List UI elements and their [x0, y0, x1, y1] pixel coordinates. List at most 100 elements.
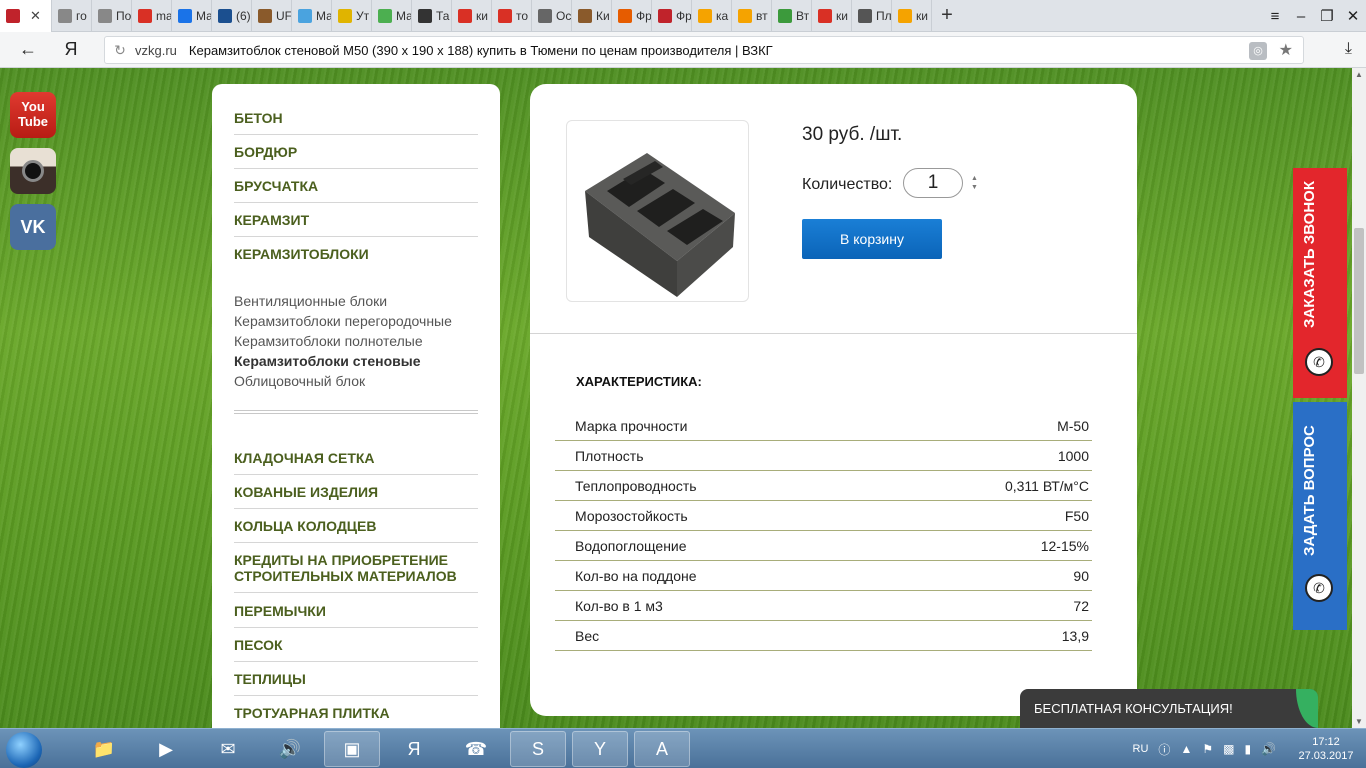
- tab-favicon-icon: [258, 8, 272, 23]
- sidebar-subcategory[interactable]: Облицовочный блок: [234, 373, 365, 389]
- youtube-icon[interactable]: You Tube: [10, 92, 56, 138]
- browser-tab[interactable]: ки: [892, 0, 932, 32]
- browser-tab-bar: ✕ го По ma Ма (6) UF Ма Ут Ма Та ки то Ос Ки Фр Фр ка вт Вт…: [0, 0, 1366, 32]
- browser-tab[interactable]: ✕: [0, 0, 52, 32]
- browser-tab[interactable]: Та: [412, 0, 452, 32]
- mail-icon[interactable]: ✉: [200, 731, 256, 767]
- new-tab-button[interactable]: +: [932, 0, 962, 32]
- help-icon[interactable]: ⓘ: [1158, 741, 1170, 758]
- sidebar-category[interactable]: ТРОТУАРНАЯ ПЛИТКА: [234, 705, 478, 721]
- browser-tab[interactable]: Фр: [612, 0, 652, 32]
- spec-row: Вес 13,9: [555, 621, 1092, 651]
- protect-icon[interactable]: ◎: [1249, 42, 1267, 60]
- sidebar-category[interactable]: КРЕДИТЫ НА ПРИОБРЕТЕНИЕ СТРОИТЕЛЬНЫХ МАТ…: [234, 552, 478, 593]
- page-viewport: You Tube VK БЕТОН БОРДЮР БРУСЧАТКА КЕРАМЗИТ…: [0, 68, 1352, 728]
- free-consultation-bar[interactable]: БЕСПЛАТНАЯ КОНСУЛЬТАЦИЯ!: [1020, 689, 1318, 728]
- menu-icon[interactable]: ≡: [1262, 8, 1288, 25]
- quantity-label: Количество:: [802, 176, 893, 193]
- back-arrow-icon[interactable]: ←: [0, 39, 56, 60]
- browser-tab[interactable]: Ки: [572, 0, 612, 32]
- spec-row: Марка прочности М-50: [555, 411, 1092, 441]
- browser-tab[interactable]: ка: [692, 0, 732, 32]
- yandex-logo[interactable]: Я: [56, 39, 86, 60]
- browser-tab[interactable]: Ма: [172, 0, 212, 32]
- page-scrollbar[interactable]: ▲ ▼: [1352, 68, 1366, 728]
- explorer-icon[interactable]: 📁: [76, 731, 132, 767]
- browser-tab[interactable]: ки: [812, 0, 852, 32]
- scroll-down-icon[interactable]: ▼: [1355, 717, 1363, 726]
- tray-arrow-icon[interactable]: ▲: [1180, 742, 1192, 756]
- instagram-icon[interactable]: [10, 148, 56, 194]
- browser-tab[interactable]: Ма: [372, 0, 412, 32]
- sidebar-category[interactable]: БОРДЮР: [234, 144, 478, 169]
- archive-icon[interactable]: ▣: [324, 731, 380, 767]
- sidebar-category[interactable]: ПЕСОК: [234, 637, 478, 662]
- tab-close-icon[interactable]: ✕: [30, 8, 41, 24]
- scroll-up-icon[interactable]: ▲: [1355, 70, 1363, 79]
- viber-icon[interactable]: ☎: [448, 731, 504, 767]
- sidebar-subcategory[interactable]: Керамзитоблоки перегородочные: [234, 313, 452, 329]
- order-call-tab[interactable]: ЗАКАЗАТЬ ЗВОНОК ✆: [1293, 168, 1347, 398]
- language-indicator[interactable]: RU: [1133, 743, 1149, 755]
- tab-favicon-icon: [338, 8, 352, 23]
- add-to-cart-button[interactable]: В корзину: [802, 219, 942, 259]
- browser-tab[interactable]: Пл: [852, 0, 892, 32]
- browser-tab[interactable]: Вт: [772, 0, 812, 32]
- tab-favicon-icon: [738, 8, 752, 23]
- sidebar-category[interactable]: КЕРАМЗИТ: [234, 212, 478, 237]
- sidebar-subcategory[interactable]: Керамзитоблоки полнотелые: [234, 333, 423, 349]
- autocad-icon[interactable]: A: [634, 731, 690, 767]
- browser-tab[interactable]: ma: [132, 0, 172, 32]
- tab-label: Ки: [596, 8, 610, 23]
- yandex-icon[interactable]: Я: [386, 731, 442, 767]
- browser-tab[interactable]: то: [492, 0, 532, 32]
- sidebar-category[interactable]: БРУСЧАТКА: [234, 178, 478, 203]
- clock[interactable]: 17:12 27.03.2017: [1286, 735, 1366, 763]
- yandex-browser-icon[interactable]: Y: [572, 731, 628, 767]
- minimize-icon[interactable]: –: [1288, 8, 1314, 25]
- ask-question-tab[interactable]: ЗАДАТЬ ВОПРОС ✆: [1293, 402, 1347, 630]
- browser-tab[interactable]: По: [92, 0, 132, 32]
- network-icon[interactable]: ▩: [1223, 742, 1234, 756]
- tab-label: Вт: [796, 8, 810, 23]
- sidebar-subcategory[interactable]: Керамзитоблоки стеновые: [234, 353, 420, 369]
- sidebar-category[interactable]: КЕРАМЗИТОБЛОКИ: [234, 246, 478, 262]
- media-player-icon[interactable]: ▶: [138, 731, 194, 767]
- spec-value: 1000: [1057, 447, 1089, 464]
- quantity-input[interactable]: 1: [903, 168, 963, 198]
- browser-tab[interactable]: Ма: [292, 0, 332, 32]
- url-field[interactable]: ↻ vzkg.ru Керамзитоблок стеновой М50 (39…: [104, 36, 1304, 64]
- restore-icon[interactable]: ❐: [1314, 7, 1340, 25]
- flag-icon[interactable]: ⚑: [1202, 742, 1213, 756]
- vk-icon[interactable]: VK: [10, 204, 56, 250]
- browser-tab[interactable]: ки: [452, 0, 492, 32]
- browser-tab[interactable]: го: [52, 0, 92, 32]
- sidebar-category[interactable]: ПЕРЕМЫЧКИ: [234, 603, 478, 628]
- sidebar-subcategory[interactable]: Вентиляционные блоки: [234, 293, 387, 309]
- volume-app-icon[interactable]: 🔊: [262, 731, 318, 767]
- browser-tab[interactable]: UF: [252, 0, 292, 32]
- browser-tab[interactable]: Ос: [532, 0, 572, 32]
- close-window-icon[interactable]: ✕: [1340, 7, 1366, 25]
- sidebar-category[interactable]: КОЛЬЦА КОЛОДЦЕВ: [234, 518, 478, 543]
- sidebar-category[interactable]: ТЕПЛИЦЫ: [234, 671, 478, 696]
- sidebar-category[interactable]: КОВАНЫЕ ИЗДЕЛИЯ: [234, 484, 478, 509]
- start-button[interactable]: [6, 732, 42, 768]
- bookmark-star-icon[interactable]: ★: [1279, 40, 1293, 60]
- speaker-icon[interactable]: 🔊: [1261, 742, 1276, 756]
- sidebar-category[interactable]: КЛАДОЧНАЯ СЕТКА: [234, 450, 478, 475]
- product-image[interactable]: [566, 120, 749, 302]
- reload-icon[interactable]: ↻: [105, 42, 135, 59]
- browser-tab[interactable]: Фр: [652, 0, 692, 32]
- browser-tab[interactable]: (6): [212, 0, 252, 32]
- skype-icon[interactable]: S: [510, 731, 566, 767]
- url-domain: vzkg.ru: [135, 42, 177, 58]
- quantity-stepper[interactable]: ▲ ▼: [971, 174, 978, 192]
- browser-tab[interactable]: вт: [732, 0, 772, 32]
- browser-tab[interactable]: Ут: [332, 0, 372, 32]
- scrollbar-thumb[interactable]: [1354, 228, 1364, 374]
- signal-icon[interactable]: ▮: [1244, 742, 1251, 756]
- tab-label: Пл: [876, 8, 892, 23]
- sidebar-category[interactable]: БЕТОН: [234, 110, 478, 135]
- download-icon[interactable]: ⤓: [1345, 40, 1352, 58]
